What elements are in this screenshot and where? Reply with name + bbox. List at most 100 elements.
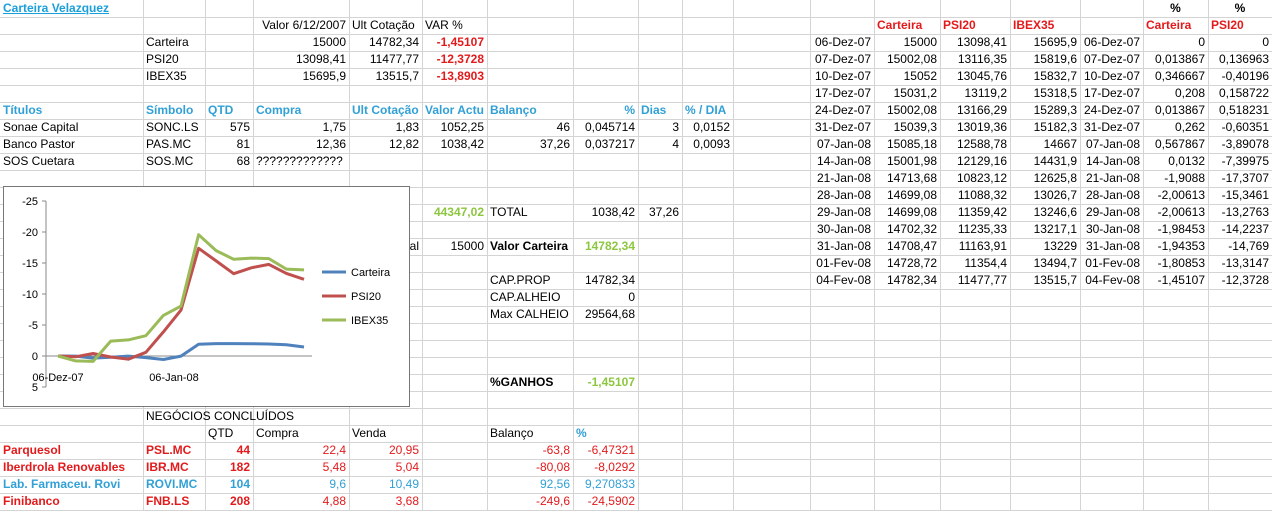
deal-pct[interactable]: -6,47321 (576, 442, 635, 459)
deal-balanco[interactable]: 92,56 (490, 476, 570, 493)
deal-balanco[interactable]: -80,08 (490, 459, 570, 476)
pct-cell[interactable]: 04-Fev-08 (1083, 272, 1140, 289)
holdings-cell[interactable]: 12,82 (352, 136, 419, 153)
closed-header[interactable]: Compra (256, 425, 346, 442)
deal-venda[interactable]: 20,95 (352, 442, 419, 459)
total-value[interactable]: 1038,42 (576, 204, 635, 221)
history-cell[interactable]: 14728,72 (877, 255, 937, 272)
summary-ult[interactable]: 13515,7 (352, 68, 419, 85)
valor-carteira[interactable]: 14782,34 (576, 238, 635, 255)
history-cell[interactable]: 07-Dez-07 (813, 51, 871, 68)
holdings-cell[interactable]: SOS Cuetara (3, 153, 140, 170)
pct-cell[interactable]: 30-Jan-08 (1083, 221, 1140, 238)
history-cell[interactable]: 12129,16 (943, 153, 1007, 170)
holdings-cell[interactable]: 0,037217 (576, 136, 635, 153)
history-cell[interactable]: 14699,08 (877, 204, 937, 221)
holdings-header[interactable]: QTD (208, 102, 250, 119)
holdings-cell[interactable] (425, 153, 484, 170)
history-cell[interactable]: 01-Fev-08 (813, 255, 871, 272)
pct-header-symbol[interactable]: % (1211, 0, 1269, 17)
line-chart[interactable]: 5 0 -5 -10 -15 -20 -25 06-Dez-07 06-Jan-08 Cartei… (3, 186, 410, 407)
history-cell[interactable]: 12588,78 (943, 136, 1007, 153)
holdings-header[interactable]: % / DIA (685, 102, 730, 119)
holdings-header[interactable]: Títulos (3, 102, 140, 119)
deal-name[interactable]: Finibanco (3, 493, 140, 510)
history-cell[interactable]: 15031,2 (877, 85, 937, 102)
pct-cell[interactable]: -14,769 (1211, 238, 1269, 255)
holdings-cell[interactable] (685, 153, 730, 170)
history-cell[interactable]: 14431,9 (1013, 153, 1077, 170)
deal-compra[interactable]: 9,6 (256, 476, 346, 493)
history-header[interactable]: Carteira (877, 17, 937, 34)
deal-venda[interactable]: 3,68 (352, 493, 419, 510)
history-cell[interactable]: 15039,3 (877, 119, 937, 136)
deal-symbol[interactable]: IBR.MC (146, 459, 202, 476)
spreadsheet[interactable]: Carteira Velazquez Valor 6/12/2007 Ult Cot… (0, 0, 1272, 511)
holdings-cell[interactable] (641, 153, 679, 170)
pct-cell[interactable]: -12,3728 (1211, 272, 1269, 289)
holdings-cell[interactable]: 1038,42 (425, 136, 484, 153)
pct-cell[interactable]: 24-Dez-07 (1083, 102, 1140, 119)
holdings-cell[interactable]: 12,36 (256, 136, 346, 153)
pct-cell[interactable]: 0,262 (1146, 119, 1205, 136)
summary-var[interactable]: -1,45107 (425, 34, 484, 51)
holdings-cell[interactable]: 3 (641, 119, 679, 136)
history-cell[interactable]: 15318,5 (1013, 85, 1077, 102)
pct-cell[interactable]: -1,98453 (1146, 221, 1205, 238)
deal-pct[interactable]: 9,270833 (576, 476, 635, 493)
holdings-header[interactable]: Valor Actual (425, 102, 484, 119)
history-cell[interactable]: 11354,4 (943, 255, 1008, 272)
cap-prop-label[interactable]: CAP.PROP (490, 272, 570, 289)
summary-ult[interactable]: 14782,34 (352, 34, 419, 51)
holdings-cell[interactable]: SOS.MC (146, 153, 202, 170)
deal-compra[interactable]: 5,48 (256, 459, 346, 476)
sheet-title[interactable]: Carteira Velazquez (3, 0, 202, 17)
holdings-cell[interactable]: 0,0093 (685, 136, 730, 153)
history-cell[interactable]: 30-Jan-08 (813, 221, 871, 238)
total-balanco[interactable]: 37,26 (641, 204, 679, 221)
history-cell[interactable]: 11477,77 (943, 272, 1007, 289)
pct-cell[interactable]: 01-Fev-08 (1083, 255, 1140, 272)
deal-qtd[interactable]: 104 (208, 476, 250, 493)
holdings-header[interactable]: Dias (641, 102, 679, 119)
summary-valor[interactable]: 15000 (256, 34, 346, 51)
pct-cell[interactable]: -1,94353 (1146, 238, 1205, 255)
pct-cell[interactable]: -13,3147 (1211, 255, 1269, 272)
pct-cell[interactable]: 10-Dez-07 (1083, 68, 1140, 85)
history-cell[interactable]: 13494,7 (1013, 255, 1077, 272)
history-cell[interactable]: 14-Jan-08 (813, 153, 871, 170)
history-cell[interactable]: 14713,68 (877, 170, 937, 187)
pct-cell[interactable]: 0 (1146, 34, 1205, 51)
closed-header[interactable]: QTD (208, 425, 250, 442)
pct-cell[interactable]: 17-Dez-07 (1083, 85, 1140, 102)
history-cell[interactable]: 13019,36 (943, 119, 1007, 136)
holdings-cell[interactable]: 1,83 (352, 119, 419, 136)
holdings-cell[interactable]: 37,26 (490, 136, 570, 153)
total-label[interactable]: TOTAL (490, 204, 570, 221)
pct-cell[interactable]: 28-Jan-08 (1083, 187, 1140, 204)
pct-cell[interactable]: -1,80853 (1146, 255, 1205, 272)
history-cell[interactable]: 13045,76 (943, 68, 1007, 85)
cap-alheio[interactable]: 0 (576, 289, 635, 306)
holdings-header[interactable]: % (576, 102, 635, 119)
history-cell[interactable]: 06-Dez-07 (813, 34, 871, 51)
history-cell[interactable]: 13098,41 (943, 34, 1007, 51)
history-cell[interactable]: 15832,7 (1013, 68, 1077, 85)
valor-actual-total[interactable]: 44347,02 (425, 204, 484, 221)
pct-cell[interactable]: -0,60351 (1211, 119, 1269, 136)
summary-var[interactable]: -12,3728 (425, 51, 484, 68)
summary-valor[interactable]: 15695,9 (256, 68, 346, 85)
history-cell[interactable]: 28-Jan-08 (813, 187, 871, 204)
holdings-cell[interactable]: 68 (208, 153, 250, 170)
holdings-cell[interactable]: 81 (208, 136, 250, 153)
history-cell[interactable]: 17-Dez-07 (813, 85, 871, 102)
pct-cell[interactable]: 07-Jan-08 (1083, 136, 1140, 153)
holdings-cell[interactable]: Banco Pastor (3, 136, 140, 153)
pct-cell[interactable]: 21-Jan-08 (1083, 170, 1140, 187)
holdings-cell[interactable] (576, 153, 635, 170)
summary-name[interactable]: Carteira (146, 34, 202, 51)
history-cell[interactable]: 24-Dez-07 (813, 102, 871, 119)
deal-balanco[interactable]: -63,8 (490, 442, 570, 459)
holdings-header[interactable]: Ult Cotação (352, 102, 419, 119)
pct-cell[interactable]: 07-Dez-07 (1083, 51, 1140, 68)
